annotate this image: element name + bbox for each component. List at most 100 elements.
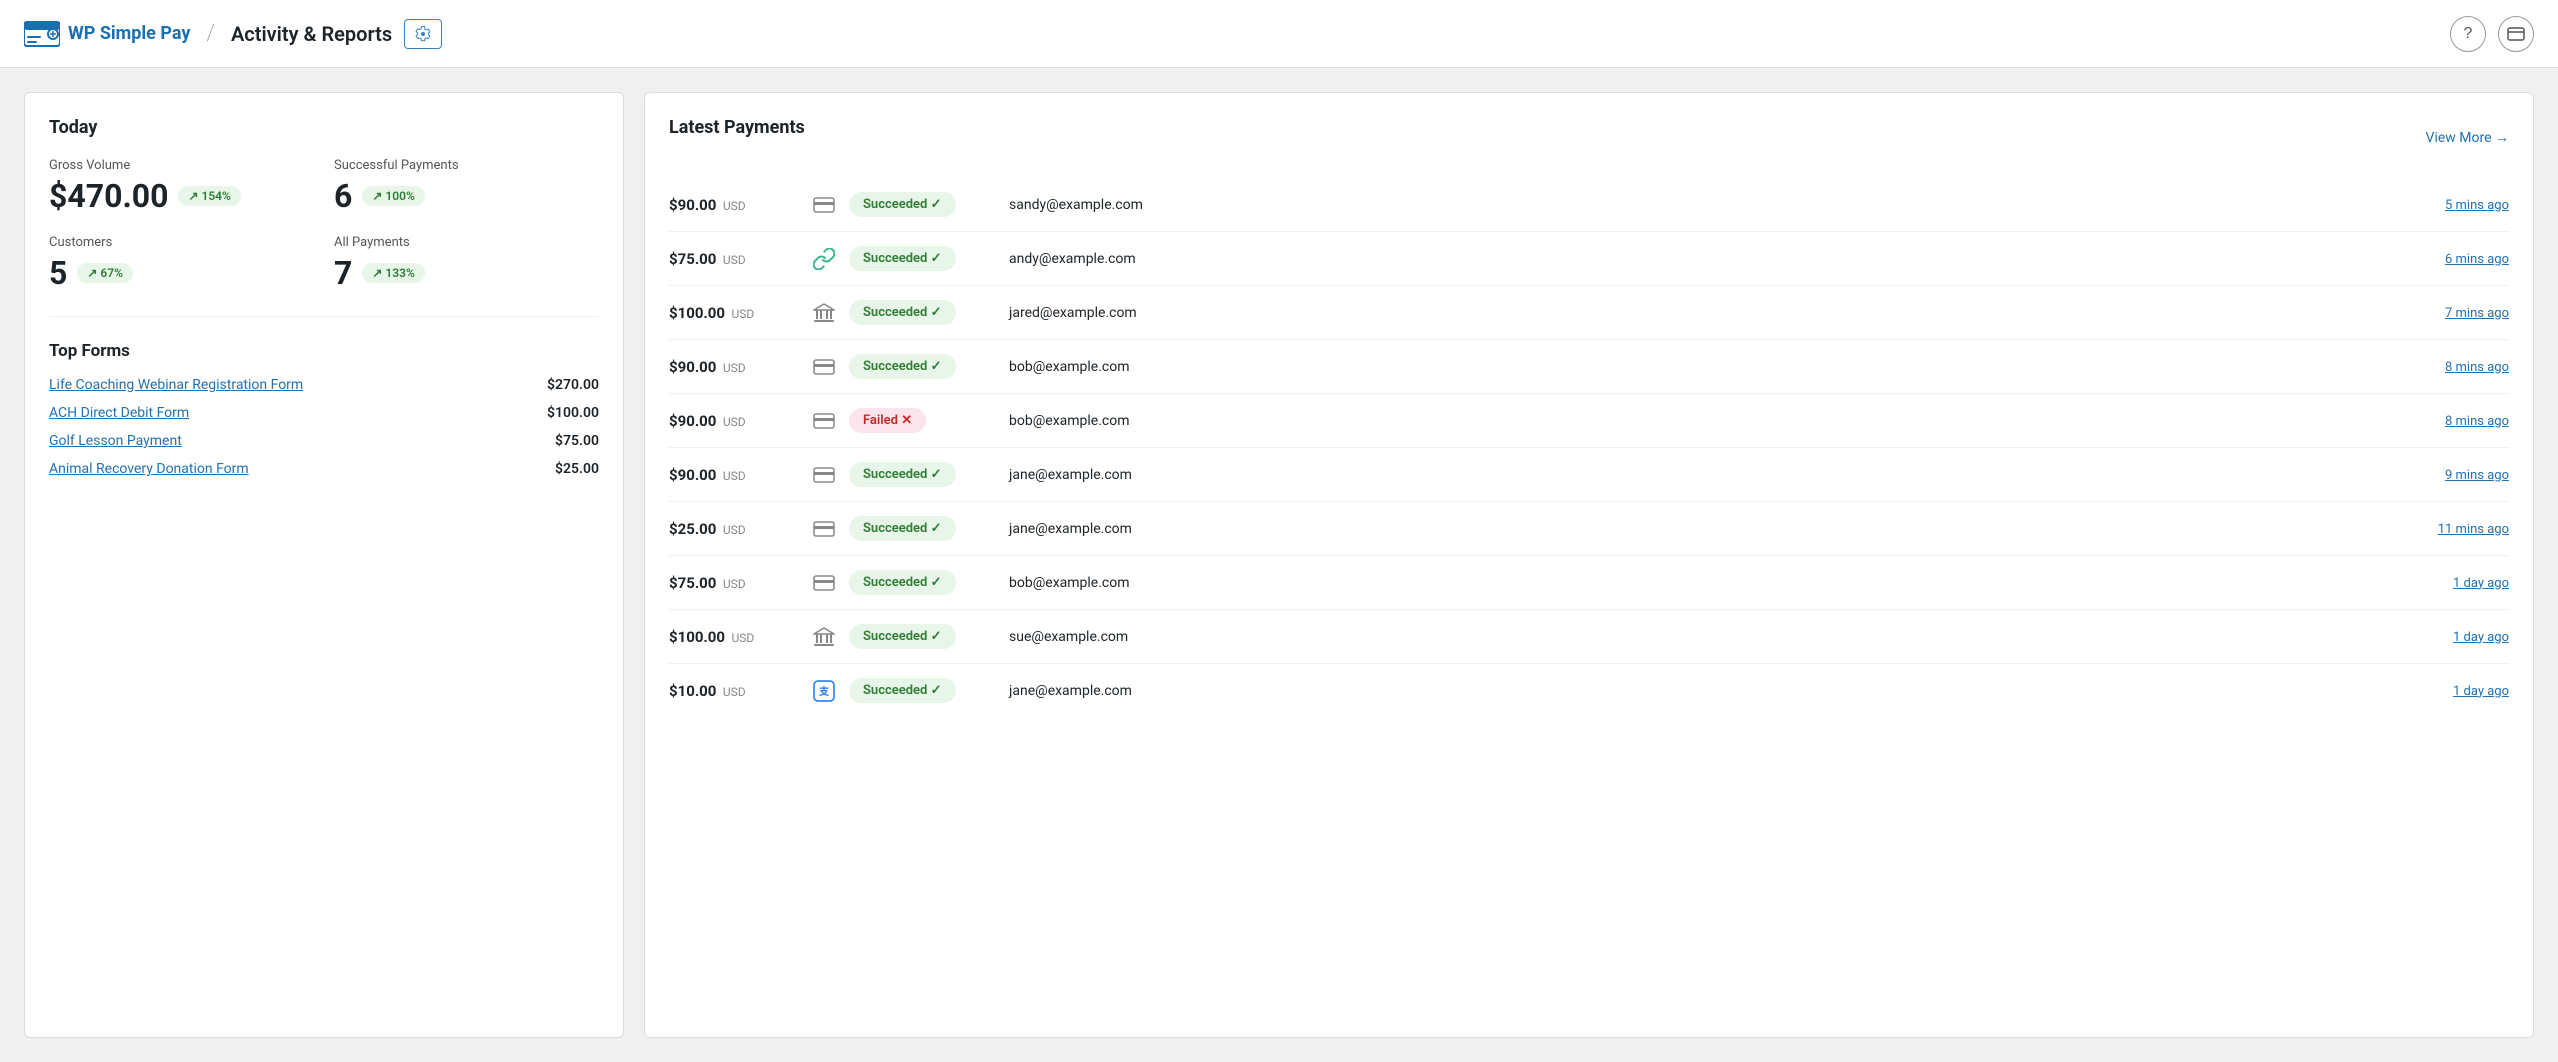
header-right: ? [2450, 16, 2534, 52]
payment-amount: $90.00 USD [669, 412, 799, 430]
status-badge: Failed ✕ [849, 408, 926, 433]
payment-icon-cell: 支 [799, 680, 849, 702]
amount-currency: USD [723, 523, 746, 537]
form-amount: $270.00 [547, 377, 599, 393]
payment-time: 9 mins ago [2369, 467, 2509, 483]
payment-amount: $75.00 USD [669, 574, 799, 592]
successful-payments-badge: ↗ 100% [362, 186, 424, 206]
time-link[interactable]: 1 day ago [2453, 684, 2509, 699]
amount-value: $90.00 [669, 358, 716, 376]
gross-volume-badge: ↗ 154% [178, 186, 240, 206]
payment-status: Succeeded ✓ [849, 354, 1009, 379]
payment-row: $75.00 USD Succeeded ✓ andy@example.com … [669, 232, 2509, 286]
form-link[interactable]: Golf Lesson Payment [49, 433, 182, 449]
amount-value: $75.00 [669, 250, 716, 268]
alipay-icon: 支 [813, 680, 835, 702]
time-link[interactable]: 5 mins ago [2445, 198, 2509, 213]
successful-payments-value: 6 [334, 177, 352, 215]
payment-amount: $90.00 USD [669, 466, 799, 484]
amount-value: $100.00 [669, 628, 725, 646]
payment-icon-cell [799, 627, 849, 647]
payment-email: sandy@example.com [1009, 197, 2369, 213]
payment-time: 8 mins ago [2369, 413, 2509, 429]
payment-icon-cell [799, 197, 849, 213]
customers-value: 5 [49, 254, 67, 292]
customers-value-row: 5 ↗ 67% [49, 254, 314, 292]
page-title: Activity & Reports [231, 22, 392, 46]
form-link[interactable]: Life Coaching Webinar Registration Form [49, 377, 303, 393]
logo: WP Simple Pay [24, 20, 190, 48]
help-button[interactable]: ? [2450, 16, 2486, 52]
time-link[interactable]: 11 mins ago [2438, 522, 2509, 537]
main-content: Today Gross Volume $470.00 ↗ 154% Succes… [0, 68, 2558, 1062]
payment-status: Failed ✕ [849, 408, 1009, 433]
payment-row: $100.00 USD Succeeded ✓ jared@example.co… [669, 286, 2509, 340]
form-row: Animal Recovery Donation Form $25.00 [49, 461, 599, 477]
header-divider: / [206, 21, 215, 46]
latest-payments-card: Latest Payments View More → $90.00 USD S… [644, 92, 2534, 1038]
time-link[interactable]: 9 mins ago [2445, 468, 2509, 483]
payments-list: $90.00 USD Succeeded ✓ sandy@example.com… [669, 178, 2509, 717]
view-more-link[interactable]: View More → [2426, 129, 2509, 146]
status-badge: Succeeded ✓ [849, 516, 956, 541]
card-icon [813, 197, 835, 213]
status-badge: Succeeded ✓ [849, 624, 956, 649]
form-link[interactable]: ACH Direct Debit Form [49, 405, 189, 421]
time-link[interactable]: 8 mins ago [2445, 414, 2509, 429]
payment-time: 8 mins ago [2369, 359, 2509, 375]
payment-time: 11 mins ago [2369, 521, 2509, 537]
time-link[interactable]: 7 mins ago [2445, 306, 2509, 321]
svg-text:支: 支 [818, 685, 830, 698]
amount-currency: USD [723, 361, 746, 375]
header: WP Simple Pay / Activity & Reports ? [0, 0, 2558, 68]
payment-time: 1 day ago [2369, 683, 2509, 699]
payment-amount: $100.00 USD [669, 304, 799, 322]
payment-email: andy@example.com [1009, 251, 2369, 267]
form-row: Life Coaching Webinar Registration Form … [49, 377, 599, 393]
customers-stat: Customers 5 ↗ 67% [49, 235, 314, 292]
time-link[interactable]: 1 day ago [2453, 630, 2509, 645]
payment-time: 6 mins ago [2369, 251, 2509, 267]
status-badge: Succeeded ✓ [849, 678, 956, 703]
payment-row: $100.00 USD Succeeded ✓ sue@example.com … [669, 610, 2509, 664]
card-icon [813, 575, 835, 591]
amount-currency: USD [723, 685, 746, 699]
latest-payments-header: Latest Payments View More → [669, 117, 2509, 158]
amount-value: $90.00 [669, 196, 716, 214]
bank-icon [813, 627, 835, 647]
screen-options-button[interactable] [2498, 16, 2534, 52]
payment-status: Succeeded ✓ [849, 516, 1009, 541]
status-badge: Succeeded ✓ [849, 246, 956, 271]
gear-icon [415, 26, 431, 42]
form-link[interactable]: Animal Recovery Donation Form [49, 461, 249, 477]
card-icon [813, 467, 835, 483]
payment-amount: $100.00 USD [669, 628, 799, 646]
gross-volume-value: $470.00 [49, 177, 168, 215]
payment-icon-cell [799, 248, 849, 270]
payment-status: Succeeded ✓ [849, 570, 1009, 595]
amount-currency: USD [723, 253, 746, 267]
all-payments-value-row: 7 ↗ 133% [334, 254, 599, 292]
time-link[interactable]: 1 day ago [2453, 576, 2509, 591]
payment-time: 1 day ago [2369, 575, 2509, 591]
top-forms-title: Top Forms [49, 341, 599, 361]
payment-icon-cell [799, 303, 849, 323]
customers-label: Customers [49, 235, 314, 250]
payment-amount: $90.00 USD [669, 196, 799, 214]
form-row: ACH Direct Debit Form $100.00 [49, 405, 599, 421]
form-amount: $25.00 [555, 461, 599, 477]
settings-button[interactable] [404, 19, 442, 49]
status-badge: Succeeded ✓ [849, 462, 956, 487]
time-link[interactable]: 8 mins ago [2445, 360, 2509, 375]
payment-icon-cell [799, 521, 849, 537]
amount-value: $100.00 [669, 304, 725, 322]
payment-row: $25.00 USD Succeeded ✓ jane@example.com … [669, 502, 2509, 556]
time-link[interactable]: 6 mins ago [2445, 252, 2509, 267]
successful-payments-stat: Successful Payments 6 ↗ 100% [334, 158, 599, 215]
customers-badge: ↗ 67% [77, 263, 133, 283]
card-icon [813, 521, 835, 537]
amount-currency: USD [723, 199, 746, 213]
card-icon [813, 413, 835, 429]
gross-volume-stat: Gross Volume $470.00 ↗ 154% [49, 158, 314, 215]
amount-currency: USD [723, 469, 746, 483]
